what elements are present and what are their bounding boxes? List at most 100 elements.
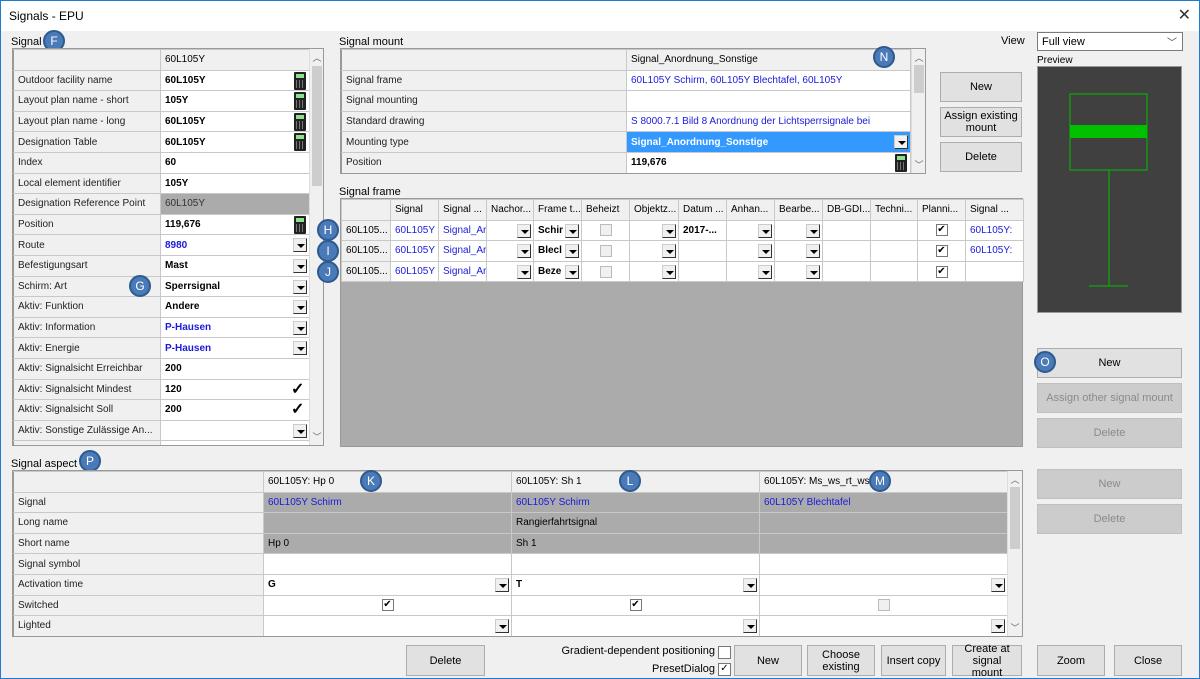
column-header[interactable]: Anhan... — [726, 199, 775, 221]
scroll-thumb[interactable] — [914, 65, 924, 93]
datum-cell[interactable]: 2017-... — [678, 219, 727, 242]
dropdown-arrow-icon[interactable] — [758, 264, 772, 279]
frame-signal[interactable]: 60L105Y — [390, 260, 439, 283]
property-value[interactable]: P-Hausen — [160, 316, 310, 339]
property-value[interactable]: 120 ✓ — [160, 378, 310, 401]
anhang-cell[interactable] — [726, 219, 775, 242]
footer-new-button[interactable]: New — [734, 645, 802, 676]
dropdown-arrow-icon[interactable] — [991, 577, 1005, 592]
create-at-signal-mount-button[interactable]: Create at signal mount — [952, 643, 1022, 679]
dropdown-arrow-icon[interactable] — [662, 223, 676, 238]
aspect-delete-button[interactable]: Delete — [1037, 504, 1182, 534]
aspect-cell-activation[interactable] — [759, 573, 1008, 596]
close-icon[interactable]: ✕ — [1178, 5, 1191, 25]
scroll-up-icon[interactable]: ︿ — [912, 51, 925, 64]
property-value[interactable]: 105Y — [160, 90, 310, 112]
planning-checkbox[interactable]: ✔ — [935, 244, 948, 257]
property-value[interactable]: 200 ✓ — [160, 399, 310, 421]
dropdown-arrow-icon[interactable] — [662, 264, 676, 279]
planning-cell[interactable]: ✔ — [917, 219, 966, 242]
property-value[interactable]: 8980 — [160, 234, 310, 256]
column-header[interactable]: Beheizt — [581, 199, 630, 221]
bearbeitung-cell[interactable] — [774, 240, 823, 262]
db-gdi-cell[interactable] — [822, 260, 871, 283]
dropdown-arrow-icon[interactable] — [495, 619, 509, 634]
nachordnung-cell[interactable] — [486, 219, 534, 242]
calculator-icon[interactable] — [294, 92, 306, 111]
dropdown-arrow-icon[interactable] — [293, 320, 307, 335]
signal-aspect-ref[interactable] — [965, 260, 1024, 283]
dropdown-arrow-icon[interactable] — [758, 223, 772, 238]
column-header[interactable]: DB-GDI... — [822, 199, 871, 221]
dropdown-arrow-icon[interactable] — [806, 223, 820, 238]
aspect-column-header[interactable]: 60L105Y: Hp 0 — [263, 471, 512, 493]
aspect-cell-lighted[interactable] — [263, 615, 512, 636]
frame-row[interactable]: 60L105... 60L105Y Signal_Ar Schir 2017-... ✔ 6… — [341, 219, 1024, 242]
frame-new-button[interactable]: New — [1037, 348, 1182, 378]
db-gdi-cell[interactable] — [822, 240, 871, 262]
column-header[interactable]: Objektz... — [629, 199, 679, 221]
objektzustand-cell[interactable] — [629, 260, 679, 283]
calculator-icon[interactable] — [294, 71, 306, 90]
switched-checkbox[interactable]: ✔ — [629, 599, 642, 612]
column-header[interactable] — [341, 199, 391, 221]
dropdown-arrow-icon[interactable] — [662, 244, 676, 259]
db-gdi-cell[interactable] — [822, 219, 871, 242]
dropdown-arrow-icon[interactable] — [293, 238, 307, 253]
bearbeitung-cell[interactable] — [774, 260, 823, 283]
aspect-scrollbar[interactable]: ︿ ﹀ — [1007, 471, 1022, 636]
frame-row[interactable]: 60L105... 60L105Y Signal_Ar Beze ✔ — [341, 260, 1024, 283]
frame-type-cell[interactable]: Beze — [533, 260, 582, 283]
column-header[interactable]: Datum ... — [678, 199, 727, 221]
switched-checkbox[interactable] — [877, 599, 890, 612]
aspect-new-button[interactable]: New — [1037, 469, 1182, 499]
planning-cell[interactable]: ✔ — [917, 260, 966, 283]
aspect-cell-activation[interactable]: T — [511, 573, 760, 596]
property-value[interactable]: S 8000.7.1 Bild 8 Anordnung der Lichtspe… — [626, 110, 911, 133]
checkmark-icon[interactable]: ✓ — [291, 381, 305, 398]
column-header[interactable]: Frame t... — [533, 199, 582, 221]
dropdown-arrow-icon[interactable] — [565, 264, 579, 279]
dropdown-arrow-icon[interactable] — [743, 577, 757, 592]
close-button[interactable]: Close — [1114, 645, 1182, 676]
dropdown-arrow-icon[interactable] — [495, 577, 509, 592]
dropdown-arrow-icon[interactable] — [293, 341, 307, 356]
calculator-icon[interactable] — [895, 153, 907, 172]
checkmark-icon[interactable]: ✓ — [291, 402, 305, 418]
scroll-down-icon[interactable]: ﹀ — [1008, 621, 1022, 634]
beheizt-cell[interactable] — [581, 219, 630, 242]
beheizt-cell[interactable] — [581, 260, 630, 283]
anhang-cell[interactable] — [726, 240, 775, 262]
frame-signal-mount[interactable]: Signal_Ar — [438, 260, 487, 283]
aspect-cell-symbol[interactable] — [263, 553, 512, 575]
property-value[interactable]: 105Y — [160, 172, 310, 195]
dropdown-arrow-icon[interactable] — [293, 279, 307, 294]
property-value[interactable]: 60 — [160, 151, 310, 174]
footer-delete-button[interactable]: Delete — [406, 645, 485, 676]
property-value[interactable]: 119,676 — [626, 151, 911, 173]
frame-signal[interactable]: 60L105Y — [390, 219, 439, 242]
dropdown-arrow-icon[interactable] — [565, 244, 579, 259]
beheizt-checkbox[interactable] — [599, 224, 612, 237]
property-value[interactable]: 200 — [160, 357, 310, 380]
aspect-cell-switched[interactable] — [759, 594, 1008, 617]
dropdown-arrow-icon[interactable] — [743, 619, 757, 634]
aspect-cell-symbol[interactable] — [511, 553, 760, 575]
dropdown-arrow-icon[interactable] — [293, 423, 307, 438]
column-header[interactable]: Planni... — [917, 199, 966, 221]
scroll-thumb[interactable] — [1010, 487, 1020, 549]
frame-signal-mount[interactable]: Signal_Ar — [438, 240, 487, 262]
column-header[interactable]: Signal — [390, 199, 439, 221]
insert-copy-button[interactable]: Insert copy — [881, 645, 946, 676]
property-value[interactable]: 60L105Y — [160, 131, 310, 153]
aspect-cell-switched[interactable]: ✔ — [263, 594, 512, 617]
aspect-cell-lighted[interactable] — [511, 615, 760, 636]
property-value[interactable]: 60L105Y Schirm, 60L105Y Blechtafel, 60L1… — [626, 69, 911, 92]
property-value[interactable]: Mast — [160, 254, 310, 277]
nachordnung-cell[interactable] — [486, 260, 534, 283]
planning-cell[interactable]: ✔ — [917, 240, 966, 262]
planning-checkbox[interactable]: ✔ — [935, 265, 948, 278]
scroll-up-icon[interactable]: ︿ — [1008, 473, 1022, 486]
property-value[interactable]: Signal_Anordnung_Sonstige — [626, 131, 911, 153]
preset-checkbox[interactable]: ✓ — [718, 663, 731, 676]
